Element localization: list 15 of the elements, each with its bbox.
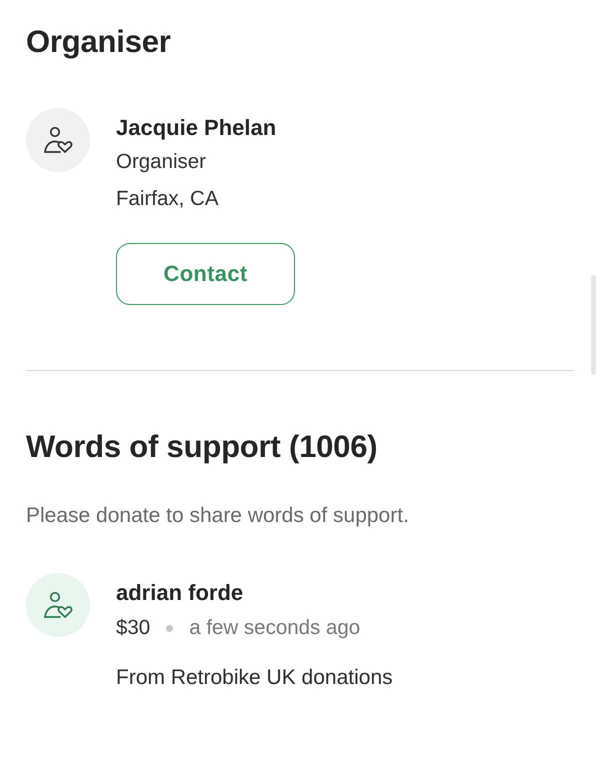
contact-button[interactable]: Contact	[116, 243, 295, 305]
person-heart-icon	[43, 126, 73, 154]
organiser-name: Jacquie Phelan	[116, 114, 276, 142]
person-heart-icon	[43, 591, 73, 619]
section-heading: Words of support (1006)	[26, 428, 378, 466]
donate-note: Please donate to share words of support.	[26, 503, 410, 529]
organiser-role: Organiser	[116, 149, 206, 175]
scrollbar-thumb[interactable]	[591, 275, 596, 375]
donation-amount: $30	[116, 615, 150, 641]
separator-dot-icon	[166, 624, 174, 632]
supporter-name: adrian forde	[116, 579, 244, 607]
section-heading: Organiser	[26, 23, 172, 61]
donation-time: a few seconds ago	[189, 615, 360, 641]
support-message: From Retrobike UK donations	[116, 665, 393, 691]
organiser-location: Fairfax, CA	[116, 186, 219, 212]
